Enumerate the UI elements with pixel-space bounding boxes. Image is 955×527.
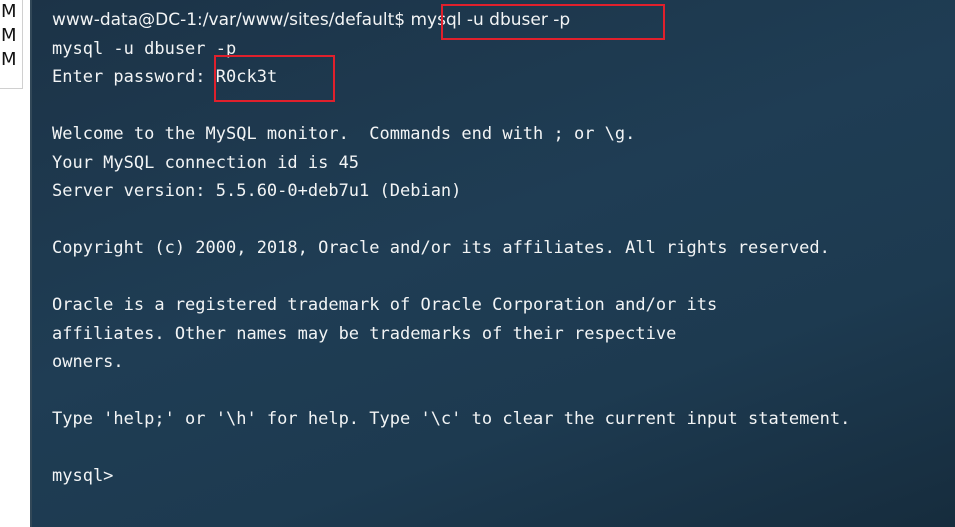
shell-command: mysql -u dbuser -p bbox=[405, 10, 571, 30]
password-label: Enter password: bbox=[52, 67, 216, 87]
command-echo: mysql -u dbuser -p bbox=[52, 38, 237, 59]
command-line: www-data@DC-1:/var/www/sites/default$ my… bbox=[52, 6, 955, 35]
trademark-line: owners. bbox=[52, 352, 124, 372]
gutter-letter: M bbox=[1, 49, 17, 70]
password-line: Enter password: R0ck3t bbox=[52, 63, 955, 92]
trademark-line: affiliates. Other names may be trademark… bbox=[52, 323, 677, 344]
gutter-letter: M bbox=[1, 25, 17, 46]
connection-line: Your MySQL connection id is 45 bbox=[52, 152, 360, 173]
trademark-line: Oracle is a registered trademark of Orac… bbox=[52, 295, 718, 315]
left-sidebar-strip: M M M bbox=[0, 0, 23, 527]
gutter-letter: M bbox=[1, 1, 17, 22]
help-line: Type 'help;' or '\h' for help. Type '\c'… bbox=[52, 409, 851, 429]
mysql-prompt[interactable]: mysql> bbox=[52, 462, 955, 491]
welcome-line: Welcome to the MySQL monitor. Commands e… bbox=[52, 124, 636, 144]
terminal-window[interactable]: www-data@DC-1:/var/www/sites/default$ my… bbox=[30, 0, 955, 527]
shell-prompt: www-data@DC-1:/var/www/sites/default$ bbox=[52, 10, 406, 30]
terminal-output: www-data@DC-1:/var/www/sites/default$ my… bbox=[52, 6, 955, 491]
copyright-line: Copyright (c) 2000, 2018, Oracle and/or … bbox=[52, 238, 830, 258]
server-version-line: Server version: 5.5.60-0+deb7u1 (Debian) bbox=[52, 181, 462, 201]
password-value: R0ck3t bbox=[215, 67, 278, 87]
screenshot: M M M www-data@DC-1:/var/www/sites/defau… bbox=[0, 0, 955, 527]
gutter-letter-list: M M M bbox=[0, 0, 23, 89]
